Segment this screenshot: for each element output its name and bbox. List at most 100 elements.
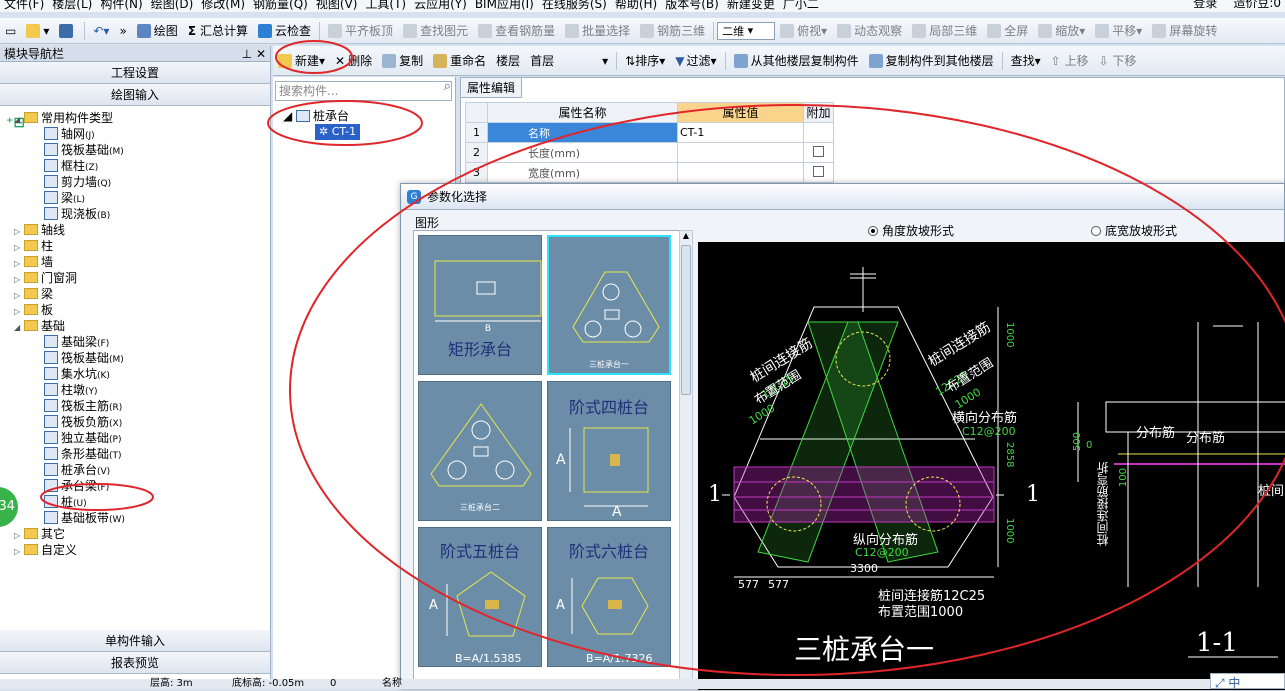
tree-item[interactable]: 框柱(Z)	[44, 158, 98, 174]
copy-to-floor-button[interactable]: 复制构件到其他楼层	[864, 50, 999, 72]
tree-item[interactable]: 集水坑(K)	[44, 366, 110, 382]
menu-item[interactable]: 绘图(D)	[147, 0, 198, 12]
copy-from-floor-button[interactable]: 从其他楼层复制构件	[729, 50, 864, 72]
menu-item[interactable]: 文件(F)	[0, 0, 48, 12]
rebar3d-button[interactable]: 钢筋三维	[635, 20, 710, 42]
new-component-button[interactable]: 新建 ▾	[273, 50, 330, 72]
menu-login[interactable]: 登录	[1189, 0, 1221, 11]
shape-step-four-pile[interactable]: 阶式四桩台 A A	[547, 381, 671, 521]
fullscreen-button[interactable]: 全屏	[982, 20, 1033, 42]
collapse-icon[interactable]: ◢	[14, 112, 24, 128]
floor-select[interactable]: 首层 ▾	[525, 50, 613, 72]
zoom-button[interactable]: 缩放 ▾	[1033, 20, 1090, 42]
scroll-thumb[interactable]	[681, 245, 691, 395]
shape-three-pile-1[interactable]: 三桩承台一	[547, 235, 671, 375]
search-icon[interactable]: ⌕	[444, 79, 451, 94]
tree-item[interactable]: 筏板主筋(R)	[44, 398, 122, 414]
menu-item[interactable]: 帮助(H)	[611, 0, 661, 12]
batch-select-button[interactable]: 批量选择	[560, 20, 635, 42]
tree-folder[interactable]: ▷ 柱	[14, 238, 53, 254]
find-button[interactable]: 查找 ▾	[1006, 50, 1046, 72]
width-slope-radio[interactable]: 底宽放坡形式	[1091, 222, 1177, 239]
tree-folder[interactable]: ◢ 常用构件类型	[14, 110, 113, 126]
tree-folder[interactable]: ▷ 自定义	[14, 542, 77, 558]
save-icon[interactable]	[54, 20, 81, 42]
sort-button[interactable]: ⇅ 排序 ▾	[620, 50, 670, 72]
shape-rect-cap[interactable]: B 矩形承台	[418, 235, 542, 375]
menu-item[interactable]: 视图(V)	[312, 0, 362, 12]
collapse-icon[interactable]: ◢	[14, 320, 24, 336]
tree-item[interactable]: 承台梁(F)	[44, 478, 109, 494]
tree-item[interactable]: 剪力墙(Q)	[44, 174, 111, 190]
tree-item[interactable]: 桩承台(V)	[44, 462, 110, 478]
tree-folder[interactable]: ▷ 其它	[14, 526, 65, 542]
cloud-check-button[interactable]: 云检查	[253, 20, 316, 42]
dynamic-view-button[interactable]: 动态观察	[832, 20, 907, 42]
table-row[interactable]: 3 宽度(mm)	[465, 162, 834, 183]
draw-input-header[interactable]: 绘图输入	[0, 84, 270, 106]
extra-checkbox[interactable]	[813, 145, 824, 157]
find-element-button[interactable]: 查找图元	[398, 20, 473, 42]
view-mode-select[interactable]: 二维 ▾	[717, 21, 776, 40]
tree-item[interactable]: 轴网(J)	[44, 126, 95, 142]
tree-folder[interactable]: ▷ 门窗洞	[14, 270, 77, 286]
tree-folder[interactable]: ▷ 轴线	[14, 222, 65, 238]
menu-item[interactable]: 版本号(B)	[661, 0, 723, 12]
undo-icon[interactable]: ↶▾	[88, 20, 114, 42]
tree-item[interactable]: 梁(L)	[44, 190, 85, 206]
move-down-button[interactable]: ⇩ 下移	[1094, 50, 1142, 72]
tree-item[interactable]: 条形基础(T)	[44, 446, 122, 462]
delete-button[interactable]: ✕ 删除	[330, 50, 377, 72]
search-input[interactable]: 搜索构件...	[275, 81, 452, 101]
tree-item[interactable]: 基础板带(W)	[44, 510, 125, 526]
table-row[interactable]: 1 名称 CT-1	[465, 122, 834, 143]
angle-slope-radio[interactable]: 角度放坡形式	[868, 222, 954, 239]
menu-item[interactable]: 钢筋量(Q)	[249, 0, 312, 12]
tree-item[interactable]: 筏板基础(M)	[44, 350, 124, 366]
menu-item[interactable]: 构件(N)	[96, 0, 146, 12]
menu-item[interactable]: 广小二	[779, 0, 823, 12]
tree-folder[interactable]: ▷ 墙	[14, 254, 53, 270]
tree-item[interactable]: 基础梁(F)	[44, 334, 109, 350]
menu-item[interactable]: 楼层(L)	[48, 0, 96, 12]
project-settings-header[interactable]: 工程设置	[0, 62, 270, 84]
single-input-header[interactable]: 单构件输入	[0, 630, 270, 652]
tree-item[interactable]: 独立基础(P)	[44, 430, 121, 446]
filter-button[interactable]: ▼ 过滤 ▾	[670, 50, 721, 72]
shape-three-pile-2[interactable]: 三桩承台二	[418, 381, 542, 521]
move-up-button[interactable]: ⇧ 上移	[1046, 50, 1094, 72]
report-preview-header[interactable]: 报表预览	[0, 652, 270, 674]
table-row[interactable]: 2 长度(mm)	[465, 142, 834, 163]
tree-item[interactable]: 现浇板(B)	[44, 206, 110, 222]
rename-button[interactable]: 重命名	[428, 50, 491, 72]
sum-button[interactable]: Σ 汇总计算	[183, 20, 253, 42]
local3d-button[interactable]: 局部三维	[907, 20, 982, 42]
extra-checkbox[interactable]	[813, 165, 824, 177]
menu-item[interactable]: 云应用(Y)	[410, 0, 471, 12]
tree-folder[interactable]: ▷ 梁	[14, 286, 53, 302]
rotate-button[interactable]: 屏幕旋转	[1147, 20, 1222, 42]
shape-step-five-pile[interactable]: 阶式五桩台 A B=A/1.5385	[418, 527, 542, 667]
ime-indicator[interactable]: ⤢ 中	[1210, 673, 1285, 690]
tree-item[interactable]: 筏板负筋(X)	[44, 414, 122, 430]
menu-item[interactable]: 在线服务(S)	[538, 0, 611, 12]
pan-button[interactable]: 平移 ▾	[1090, 20, 1147, 42]
tree-folder[interactable]: ◢ 基础	[14, 318, 65, 334]
menu-item[interactable]: 新建变更	[723, 0, 779, 12]
view-steel-button[interactable]: 查看钢筋量	[473, 20, 560, 42]
draw-button[interactable]: 绘图	[132, 20, 183, 42]
new-file-icon[interactable]: ▭	[0, 20, 21, 42]
menu-price[interactable]: 造价豆:0	[1229, 0, 1285, 11]
flat-button[interactable]: 平齐板顶	[323, 20, 398, 42]
shape-step-six-pile[interactable]: 阶式六桩台 A B=A/1.7326	[547, 527, 671, 667]
tree-item-ct1[interactable]: ✲ CT-1	[315, 124, 361, 140]
pin-close-icon[interactable]: ⊥ ✕	[242, 47, 266, 61]
menu-item[interactable]: 修改(M)	[197, 0, 249, 12]
tree-folder[interactable]: ▷ 板	[14, 302, 53, 318]
tree-item[interactable]: 筏板基础(M)	[44, 142, 124, 158]
expand-icon[interactable]: ▷	[14, 544, 24, 560]
open-file-icon[interactable]: ▾	[21, 20, 54, 42]
top-view-button[interactable]: 俯视 ▾	[775, 20, 832, 42]
tree-root-pile-cap[interactable]: ◢ 桩承台	[283, 107, 349, 124]
menu-item[interactable]: BIM应用(I)	[471, 0, 538, 12]
